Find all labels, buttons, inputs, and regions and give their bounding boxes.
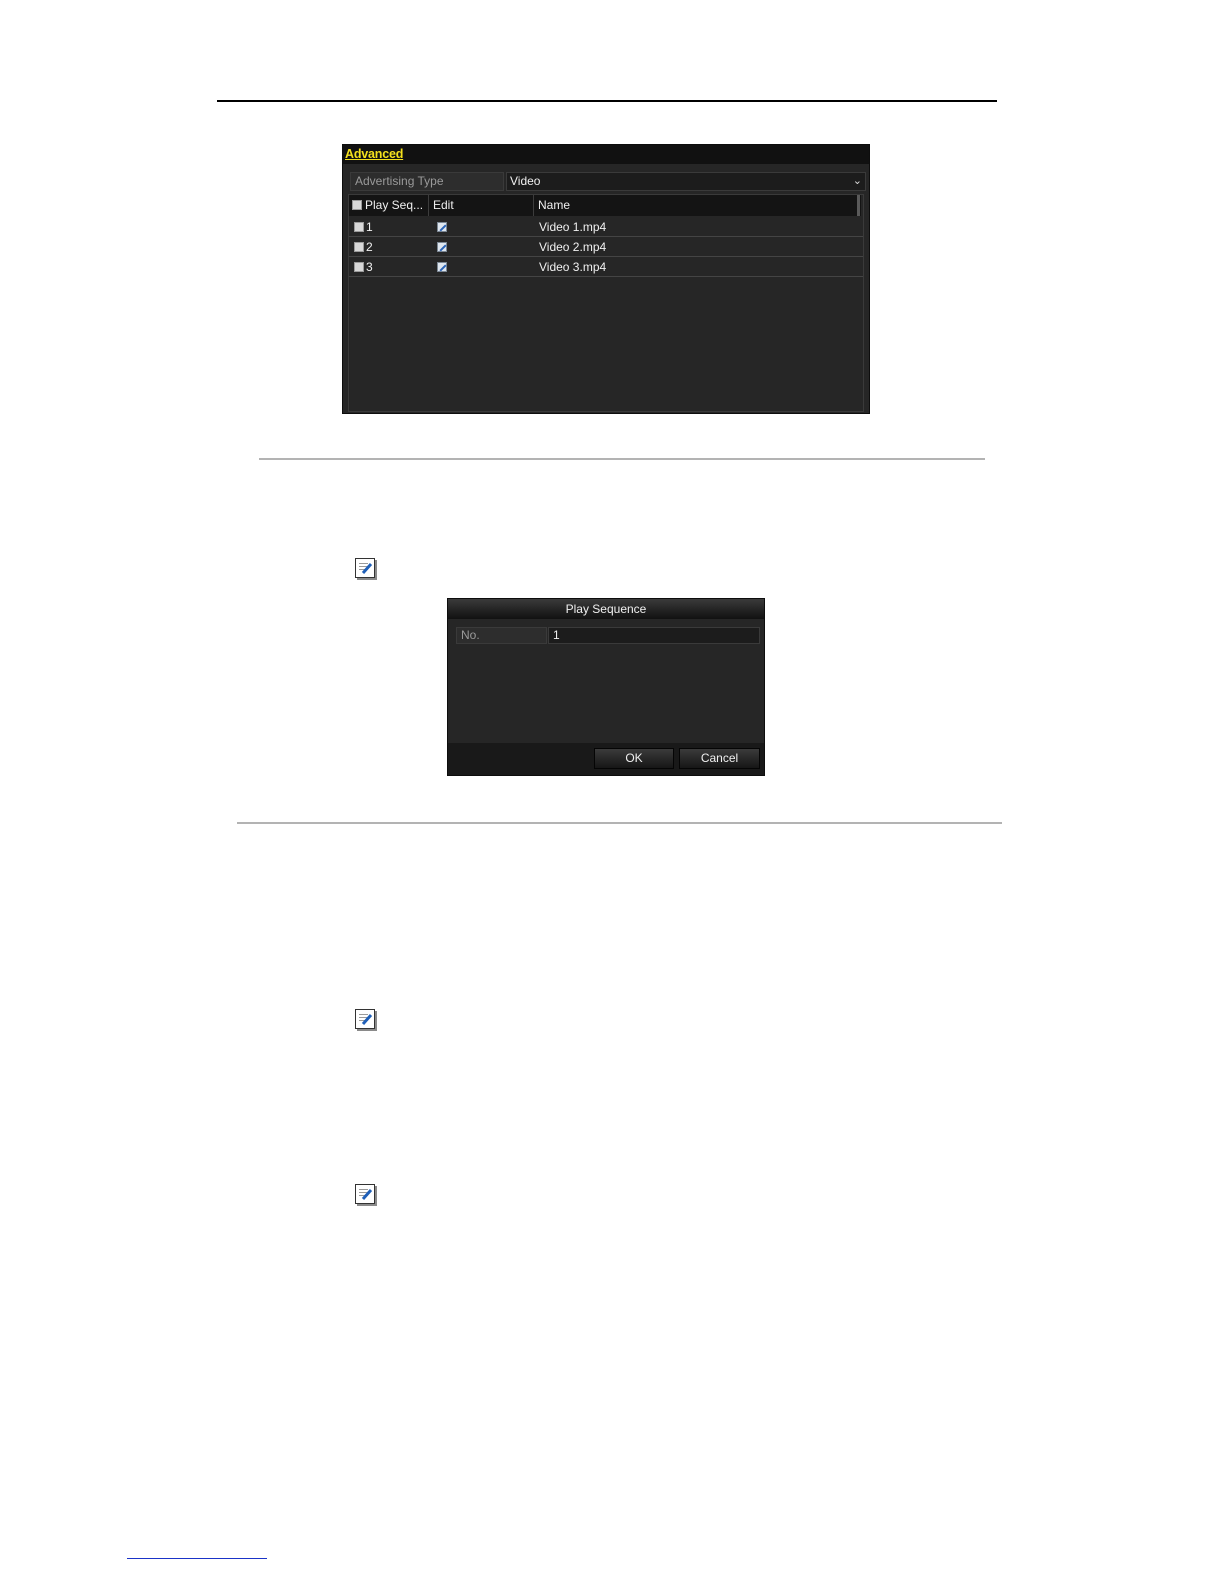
note-pencil-icon: [355, 1184, 375, 1204]
dialog-footer: OK Cancel: [448, 743, 764, 775]
select-all-checkbox[interactable]: [352, 200, 362, 210]
table-row[interactable]: 3 Video 3.mp4: [349, 257, 863, 277]
header-rule: [217, 100, 997, 102]
chevron-down-icon: ⌄: [852, 175, 862, 187]
header-name[interactable]: Name: [536, 195, 861, 216]
sequence-number-label: No.: [456, 627, 547, 644]
row-name: Video 1.mp4: [539, 220, 607, 234]
edit-pencil-icon[interactable]: [437, 222, 447, 232]
table-row[interactable]: 2 Video 2.mp4: [349, 237, 863, 257]
note-pencil-icon: [355, 558, 375, 578]
edit-pencil-icon[interactable]: [437, 262, 447, 272]
table-row[interactable]: 1 Video 1.mp4: [349, 217, 863, 237]
tab-advanced[interactable]: Advanced: [345, 147, 403, 161]
section-rule: [237, 822, 1002, 824]
sequence-number-row: No. 1: [456, 627, 760, 644]
advanced-panel: Advanced Advertising Type Video ⌄ Play S…: [342, 144, 870, 414]
row-seq: 2: [366, 240, 373, 254]
dialog-title: Play Sequence: [448, 599, 764, 619]
row-seq: 3: [366, 260, 373, 274]
section-rule: [259, 458, 985, 460]
scrollbar[interactable]: [857, 195, 860, 216]
advertising-type-label: Advertising Type: [350, 172, 504, 191]
note-pencil-icon: [355, 1009, 375, 1029]
row-checkbox[interactable]: [354, 262, 364, 272]
row-seq: 1: [366, 220, 373, 234]
row-name: Video 3.mp4: [539, 260, 607, 274]
sequence-number-input[interactable]: 1: [548, 627, 760, 644]
advertising-type-select[interactable]: Video ⌄: [506, 172, 866, 191]
footer-link-underline[interactable]: [127, 1558, 267, 1559]
advertising-type-row: Advertising Type Video ⌄: [350, 172, 866, 192]
advertising-table: Play Seq... Edit Name 1 Video 1.mp4 2 Vi…: [348, 194, 864, 412]
ok-button[interactable]: OK: [594, 748, 674, 769]
table-header: Play Seq... Edit Name: [349, 195, 861, 216]
cancel-button[interactable]: Cancel: [679, 748, 760, 769]
tab-bar: Advanced: [343, 145, 869, 164]
advertising-type-value: Video: [510, 174, 541, 188]
row-name: Video 2.mp4: [539, 240, 607, 254]
header-play-sequence[interactable]: Play Seq...: [349, 195, 429, 216]
row-checkbox[interactable]: [354, 222, 364, 232]
header-edit[interactable]: Edit: [431, 195, 534, 216]
row-checkbox[interactable]: [354, 242, 364, 252]
header-play-sequence-label: Play Seq...: [365, 198, 424, 212]
edit-pencil-icon[interactable]: [437, 242, 447, 252]
play-sequence-dialog: Play Sequence No. 1 OK Cancel: [447, 598, 765, 776]
